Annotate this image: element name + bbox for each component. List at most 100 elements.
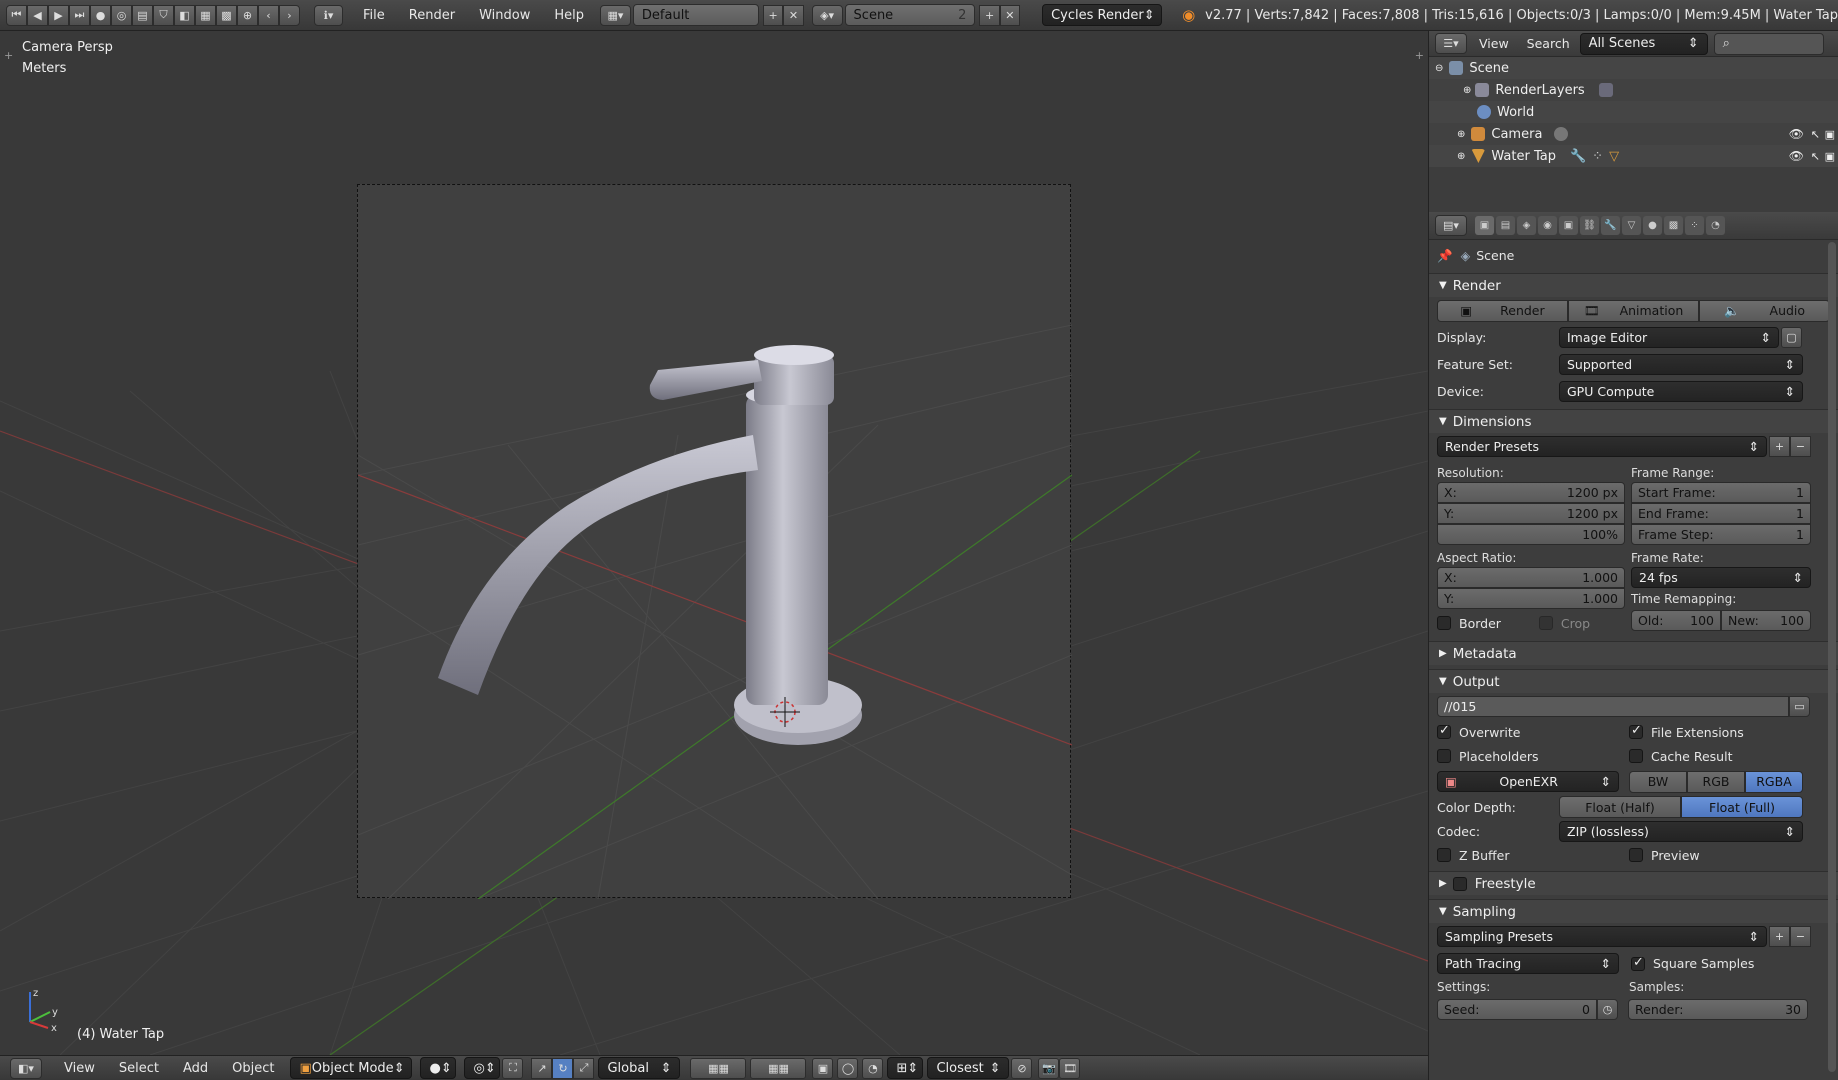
color-mode-rgb-button[interactable]: RGB xyxy=(1687,770,1745,793)
collapse-icon[interactable]: ⊖ xyxy=(1435,63,1443,74)
menu-object[interactable]: Object xyxy=(220,1061,286,1076)
shield-icon[interactable]: ⛉ xyxy=(153,4,174,26)
selectable-cursor-icon[interactable]: ↖ xyxy=(1811,150,1820,163)
render-presets-dropdown[interactable]: Render Presets ⇕ xyxy=(1437,436,1767,457)
start-frame-field[interactable]: Start Frame: 1 xyxy=(1631,482,1811,503)
properties-scrollbar[interactable] xyxy=(1828,242,1836,1072)
render-engine-dropdown[interactable]: Cycles Render ⇕ xyxy=(1042,4,1163,26)
menu-file[interactable]: File xyxy=(351,8,397,23)
screen-layout-field[interactable]: Default xyxy=(632,4,759,26)
menu-select[interactable]: Select xyxy=(107,1061,171,1076)
outliner-item-scene[interactable]: ⊖ Scene xyxy=(1429,57,1838,79)
menu-add[interactable]: Add xyxy=(171,1061,220,1076)
integrator-dropdown[interactable]: Path Tracing ⇕ xyxy=(1437,953,1619,974)
aspect-x-field[interactable]: X: 1.000 xyxy=(1437,567,1625,588)
viewport-shading-dropdown[interactable]: ● ⇕ xyxy=(420,1057,457,1079)
color-mode-bw-button[interactable]: BW xyxy=(1629,770,1687,793)
add-preset-icon[interactable]: + xyxy=(1769,926,1790,947)
placeholders-checkbox[interactable] xyxy=(1437,749,1451,763)
cache-result-checkbox[interactable] xyxy=(1629,749,1643,763)
file-extensions-checkbox[interactable] xyxy=(1629,723,1643,739)
panel-output-header[interactable]: ▼ Output xyxy=(1429,669,1838,693)
square-samples-checkbox[interactable] xyxy=(1631,955,1645,971)
animation-button[interactable]: 🎞 Animation xyxy=(1568,299,1699,322)
end-frame-field[interactable]: End Frame: 1 xyxy=(1631,503,1811,524)
visibility-eye-icon[interactable]: 👁 xyxy=(1789,127,1804,141)
frame-step-field[interactable]: Frame Step: 1 xyxy=(1631,524,1811,545)
menu-help[interactable]: Help xyxy=(542,8,596,23)
snap-rotation-icon[interactable]: ⊘ xyxy=(1011,1057,1033,1079)
add-scene-icon[interactable]: + xyxy=(979,4,1000,26)
tab-constraints-icon[interactable]: ⛓ xyxy=(1580,216,1599,235)
aspect-y-field[interactable]: Y: 1.000 xyxy=(1437,588,1625,609)
outliner-item-world[interactable]: World xyxy=(1429,101,1838,123)
cursor-icon[interactable]: ⊕ xyxy=(237,4,258,26)
menu-view[interactable]: View xyxy=(52,1061,107,1076)
scale-manipulator-icon[interactable]: ⤢ xyxy=(573,1057,595,1079)
mode-dropdown[interactable]: ▣ Object Mode ⇕ xyxy=(290,1057,413,1079)
world-icon[interactable]: ◎ xyxy=(111,4,132,26)
editor-type-properties-icon[interactable]: ▤▾ xyxy=(1435,215,1467,236)
seed-field[interactable]: Seed: 0 xyxy=(1437,998,1597,1020)
tab-texture-icon[interactable]: ▩ xyxy=(1664,216,1683,235)
outliner-search-input[interactable]: ⌕ xyxy=(1713,32,1824,55)
properties-toggle-icon[interactable]: + xyxy=(1415,49,1424,62)
remove-scene-icon[interactable]: ✕ xyxy=(999,4,1021,26)
render-samples-field[interactable]: Render: 30 xyxy=(1628,998,1808,1020)
file-format-dropdown[interactable]: ▣ OpenEXR ⇕ xyxy=(1437,771,1619,792)
tab-render-layers-icon[interactable]: ▤ xyxy=(1496,216,1515,235)
resolution-percentage-field[interactable]: 100% xyxy=(1437,524,1625,545)
output-path-input[interactable]: //015 xyxy=(1437,696,1789,717)
panel-dimensions-header[interactable]: ▼ Dimensions xyxy=(1429,409,1838,433)
snap-target-dropdown[interactable]: Closest ⇕ xyxy=(927,1057,1010,1079)
crop-checkbox[interactable] xyxy=(1538,616,1553,630)
arrow-left-icon[interactable]: ‹ xyxy=(258,4,279,26)
float-full-button[interactable]: Float (Full) xyxy=(1681,796,1803,818)
animated-seed-clock-icon[interactable]: ◷ xyxy=(1597,998,1618,1020)
device-dropdown[interactable]: GPU Compute ⇕ xyxy=(1559,381,1803,402)
add-layout-icon[interactable]: + xyxy=(762,4,784,26)
renderable-camera-icon[interactable]: ▣ xyxy=(1825,150,1835,163)
panel-metadata-header[interactable]: ▶ Metadata xyxy=(1429,641,1838,665)
remap-old-field[interactable]: Old: 100 xyxy=(1631,610,1721,631)
outliner-menu-search[interactable]: Search xyxy=(1521,36,1576,51)
border-checkbox[interactable] xyxy=(1437,616,1451,630)
z-buffer-checkbox[interactable] xyxy=(1437,848,1451,862)
panel-sampling-header[interactable]: ▼ Sampling xyxy=(1429,899,1838,923)
menu-render[interactable]: Render xyxy=(397,8,467,23)
outliner-item-water-tap[interactable]: ⊕ Water Tap 🔧 ⁘ ▽ 👁 ↖ ▣ xyxy=(1429,145,1838,167)
arrow-right-icon[interactable]: › xyxy=(279,4,300,26)
new-file-icon[interactable]: ▤ xyxy=(132,4,153,26)
panel-freestyle-header[interactable]: ▶ Freestyle xyxy=(1429,871,1838,895)
tab-object-icon[interactable]: ▣ xyxy=(1559,216,1578,235)
color-mode-rgba-button[interactable]: RGBA xyxy=(1745,770,1803,793)
jump-end-icon[interactable]: ⏭ xyxy=(69,4,90,26)
lock-interface-icon[interactable]: ▢ xyxy=(1781,327,1802,348)
3d-viewport[interactable]: Camera Persp Meters (4) Water Tap y x z … xyxy=(0,31,1428,1055)
tab-modifiers-icon[interactable]: 🔧 xyxy=(1601,216,1620,235)
feature-set-dropdown[interactable]: Supported ⇕ xyxy=(1559,354,1803,375)
scene-field[interactable]: Scene 2 xyxy=(844,4,976,26)
editor-type-outliner-icon[interactable]: ☰▾ xyxy=(1435,33,1467,54)
render-opengl-icon[interactable]: 📷 xyxy=(1038,1057,1060,1079)
play-reverse-icon[interactable]: ◀ xyxy=(27,4,48,26)
transform-orientation-dropdown[interactable]: Global ⇕ xyxy=(598,1057,681,1079)
sphere-icon[interactable]: ● xyxy=(90,4,111,26)
codec-dropdown[interactable]: ZIP (lossless) ⇕ xyxy=(1559,820,1803,842)
preview-checkbox[interactable] xyxy=(1629,848,1643,862)
resolution-y-field[interactable]: Y: 1200 px xyxy=(1437,503,1625,524)
expand-icon[interactable]: ⊕ xyxy=(1463,85,1471,96)
expand-icon[interactable]: ⊕ xyxy=(1457,129,1465,140)
lock-layers-icon[interactable]: ▣ xyxy=(812,1057,834,1079)
file-browser-folder-icon[interactable]: ▭ xyxy=(1789,696,1810,717)
render-button[interactable]: ▣ Render xyxy=(1437,299,1568,322)
remove-layout-icon[interactable]: ✕ xyxy=(783,4,804,26)
manipulator-icon[interactable]: ⛶ xyxy=(502,1057,524,1079)
snap-element-dropdown[interactable]: ⊞ ⇕ xyxy=(887,1057,924,1079)
float-half-button[interactable]: Float (Half) xyxy=(1559,796,1681,818)
panel-render-header[interactable]: ▼ Render xyxy=(1429,273,1838,297)
editor-type-info-icon[interactable]: ℹ▾ xyxy=(314,4,344,26)
translate-manipulator-icon[interactable]: ↗ xyxy=(531,1057,553,1079)
tab-physics-icon[interactable]: ◔ xyxy=(1706,216,1725,235)
scene-selector-icon[interactable]: ◈▾ xyxy=(811,4,843,26)
